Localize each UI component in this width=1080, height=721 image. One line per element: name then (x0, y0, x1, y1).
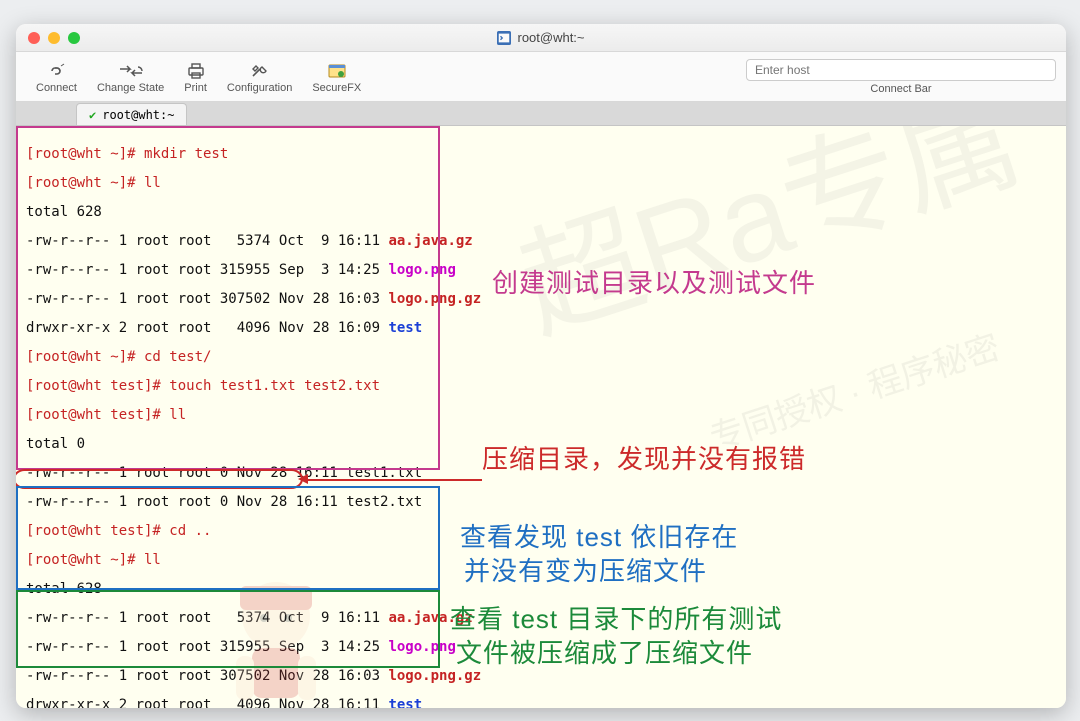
securefx-label: SecureFX (312, 82, 361, 94)
change-state-button[interactable]: Change State (87, 53, 174, 101)
tools-icon (250, 60, 270, 82)
prompt: [root@wht ~]# ll (26, 553, 1056, 568)
print-label: Print (184, 82, 207, 94)
connect-button[interactable]: Connect (26, 53, 87, 101)
prompt: [root@wht test]# ll (26, 408, 1056, 423)
term-line: drwxr-xr-x 2 root root 4096 Nov 28 16:11… (26, 698, 1056, 709)
prompt: [root@wht test]# cd .. (26, 524, 1056, 539)
term-line: -rw-r--r-- 1 root root 5374 Oct 9 16:11 … (26, 234, 1056, 249)
configuration-button[interactable]: Configuration (217, 53, 302, 101)
terminal-app-icon (497, 31, 511, 45)
connect-bar-label: Connect Bar (746, 83, 1056, 95)
connect-label: Connect (36, 82, 77, 94)
print-button[interactable]: Print (174, 53, 217, 101)
prompt: [root@wht ~]# cd test/ (26, 350, 1056, 365)
titlebar: root@wht:~ (16, 24, 1066, 52)
term-line: -rw-r--r-- 1 root root 0 Nov 28 16:11 te… (26, 466, 1056, 481)
change-state-label: Change State (97, 82, 164, 94)
window-title: root@wht:~ (16, 30, 1066, 45)
cartoon-watermark-icon (196, 556, 356, 708)
prompt: [root@wht ~]# ll (26, 176, 1056, 191)
print-icon (187, 60, 205, 82)
term-line: total 628 (26, 205, 1056, 220)
refresh-icon (118, 60, 144, 82)
tabstrip: ✔ root@wht:~ (16, 102, 1066, 126)
check-icon: ✔ (89, 108, 96, 122)
term-line: -rw-r--r-- 1 root root 315955 Sep 3 14:2… (26, 640, 1056, 655)
configuration-label: Configuration (227, 82, 292, 94)
securefx-icon (328, 60, 346, 82)
annotation-box-green (16, 590, 440, 668)
term-line: -rw-r--r-- 1 root root 0 Nov 28 16:11 te… (26, 495, 1056, 510)
term-line: drwxr-xr-x 2 root root 4096 Nov 28 16:09… (26, 321, 1056, 336)
host-input[interactable] (746, 59, 1056, 81)
term-line: -rw-r--r-- 1 root root 307502 Nov 28 16:… (26, 292, 1056, 307)
toolbar: Connect Change State Print Configuration… (16, 52, 1066, 102)
window-title-text: root@wht:~ (517, 30, 584, 45)
tab-label: root@wht:~ (102, 108, 174, 122)
connect-bar: Connect Bar (746, 59, 1056, 95)
app-window: root@wht:~ Connect Change State Print (16, 24, 1066, 708)
term-line: -rw-r--r-- 1 root root 307502 Nov 28 16:… (26, 669, 1056, 684)
link-icon (46, 60, 66, 82)
term-line: total 0 (26, 437, 1056, 452)
term-line: -rw-r--r-- 1 root root 5374 Oct 9 16:11 … (26, 611, 1056, 626)
term-line: total 628 (26, 582, 1056, 597)
terminal[interactable]: [root@wht ~]# mkdir test [root@wht ~]# l… (16, 126, 1066, 708)
tab-session[interactable]: ✔ root@wht:~ (76, 103, 187, 125)
securefx-button[interactable]: SecureFX (302, 53, 371, 101)
prompt: [root@wht ~]# mkdir test (26, 147, 1056, 162)
prompt: [root@wht test]# touch test1.txt test2.t… (26, 379, 1056, 394)
term-line: -rw-r--r-- 1 root root 315955 Sep 3 14:2… (26, 263, 1056, 278)
